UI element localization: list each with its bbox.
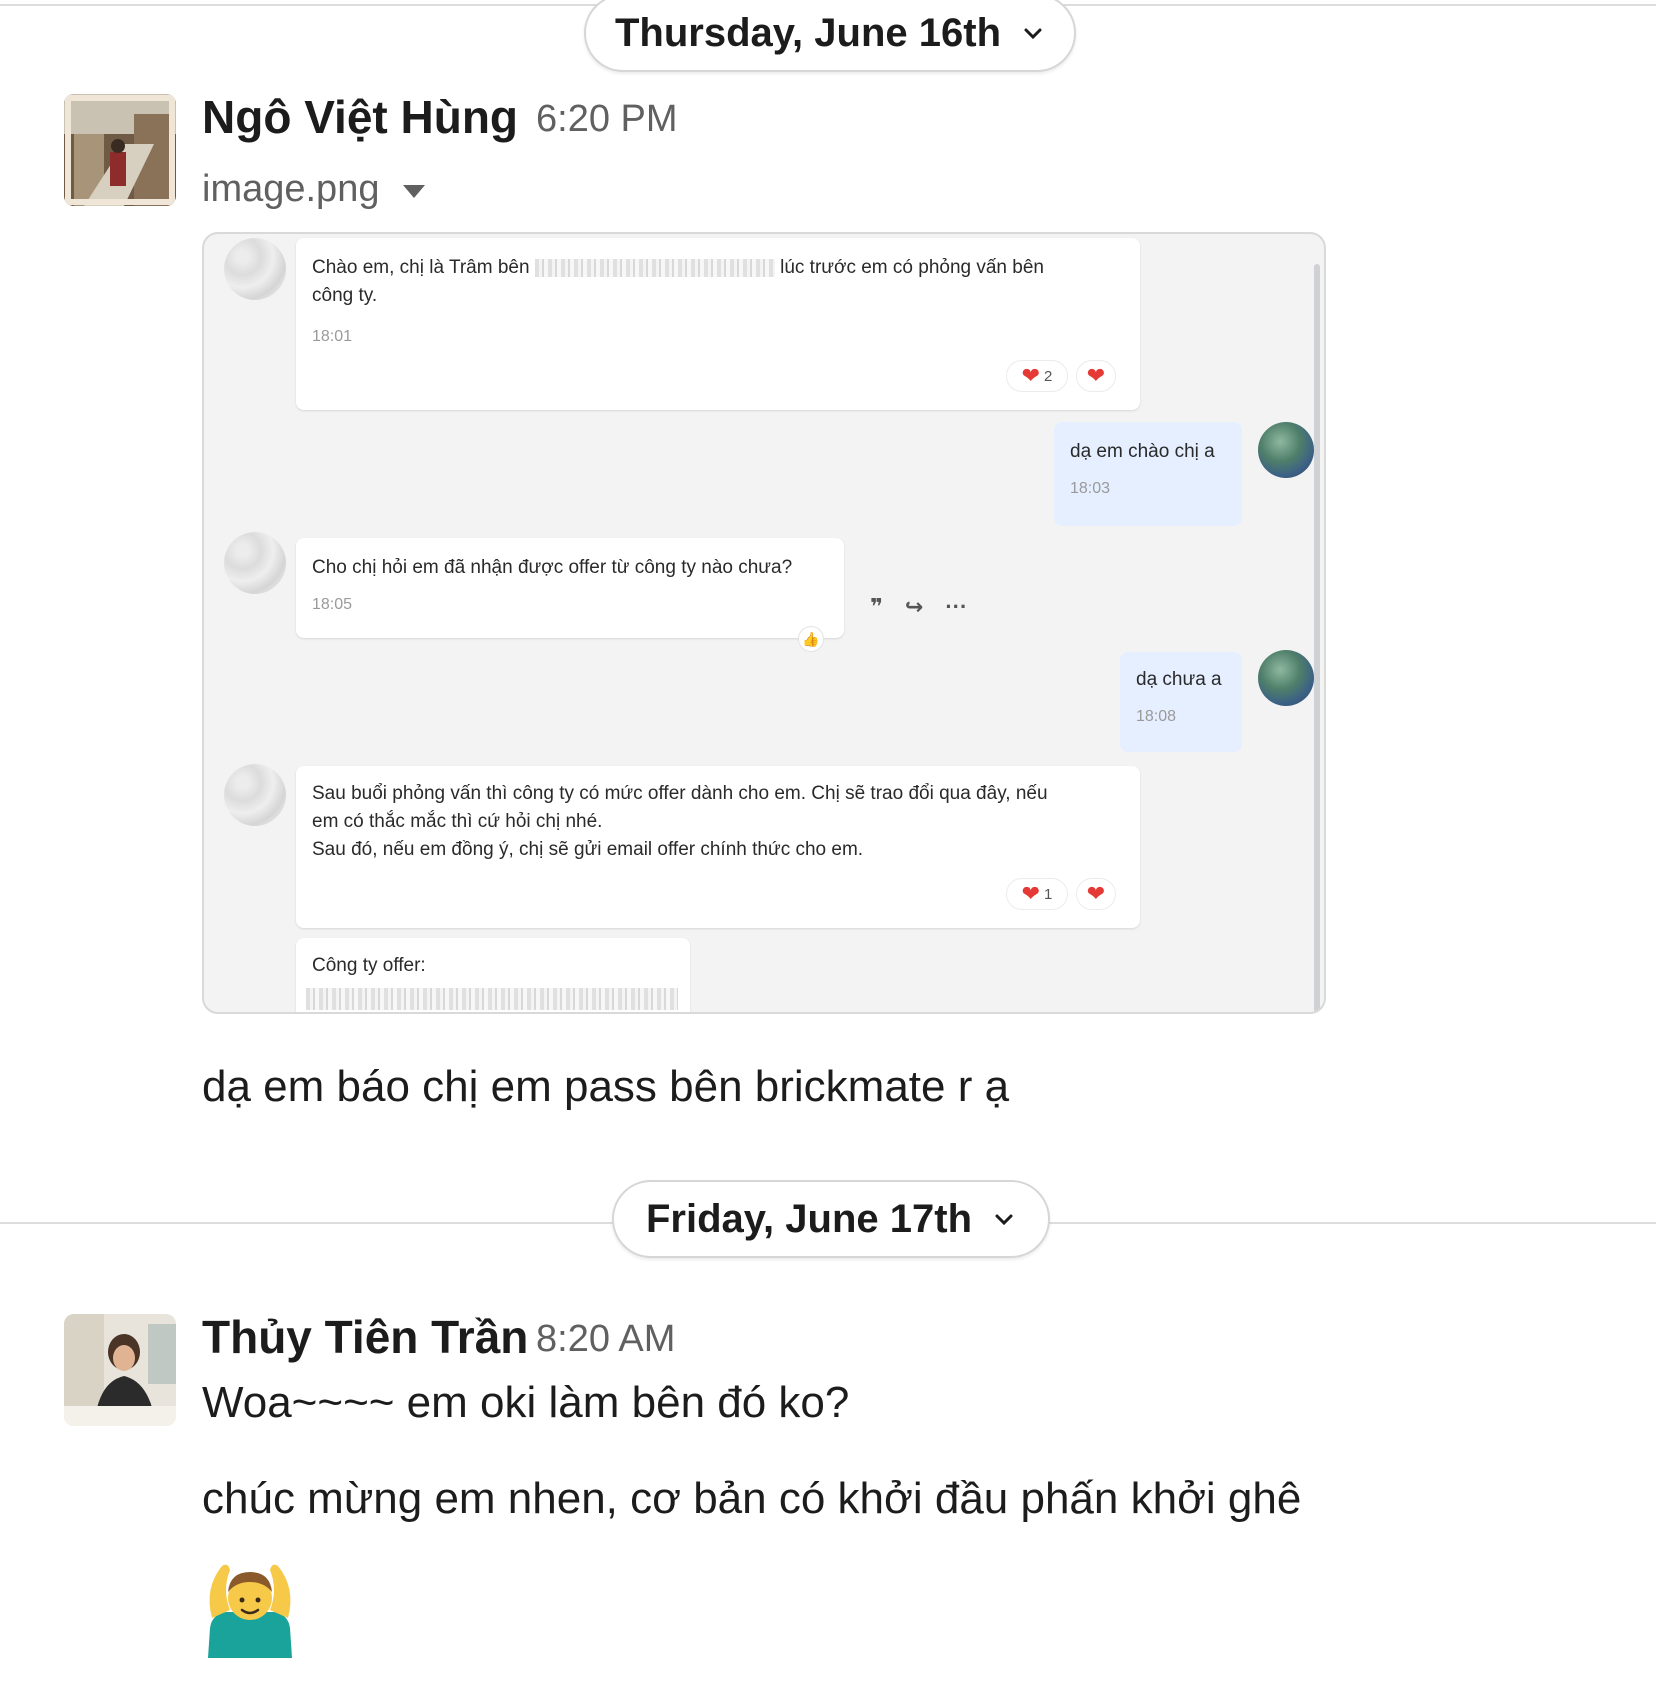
- reaction-add: ❤: [1076, 878, 1116, 910]
- message-text: dạ em báo chị em pass bên brickmate r ạ: [202, 1062, 1010, 1111]
- more-icon: ···: [945, 594, 968, 619]
- chat-text: Cho chị hỏi em đã nhận được offer từ côn…: [312, 557, 793, 578]
- reaction-count: ❤ 1: [1006, 878, 1068, 910]
- chat-bubble: Sau buổi phỏng vấn thì công ty có mức of…: [296, 766, 1140, 928]
- chevron-down-icon: [1024, 28, 1042, 40]
- blurred-avatar: [224, 238, 286, 300]
- chat-text: Công ty offer:: [312, 955, 426, 976]
- quote-icon: ❞: [870, 594, 883, 619]
- avatar[interactable]: [64, 1314, 176, 1426]
- chat-bubble: Công ty offer:: [296, 938, 690, 1012]
- date-divider-friday[interactable]: Friday, June 17th: [612, 1180, 1050, 1258]
- chat-text: Sau buổi phỏng vấn thì công ty có mức of…: [312, 783, 1048, 804]
- message-text: chúc mừng em nhen, cơ bản có khởi đầu ph…: [202, 1474, 1302, 1523]
- chat-bubble-mine: dạ em chào chị a 18:03: [1054, 422, 1242, 526]
- chat-bubble: Cho chị hỏi em đã nhận được offer từ côn…: [296, 538, 844, 638]
- heart-icon: ❤: [1086, 363, 1106, 388]
- chat-text: dạ em chào chị a: [1070, 441, 1215, 462]
- chat-text: Sau đó, nếu em đồng ý, chị sẽ gửi email …: [312, 839, 864, 860]
- redacted-text: [534, 258, 775, 277]
- chat-text: công ty.: [312, 285, 378, 306]
- reaction-add: ❤: [1076, 360, 1116, 392]
- chat-time: 18:03: [1070, 480, 1111, 497]
- reaction-count: ❤ 2: [1006, 360, 1068, 392]
- redacted-text: [306, 988, 678, 1010]
- date-divider-thursday[interactable]: Thursday, June 16th: [584, 0, 1076, 72]
- image-attachment[interactable]: Chào em, chị là Trâm bên lúc trước em có…: [202, 232, 1326, 1014]
- heart-icon: ❤: [1021, 881, 1041, 906]
- chat-text: Chào em, chị là Trâm bên lúc trước em có…: [312, 257, 1044, 278]
- message-text: Woa~~~~ em oki làm bên đó ko?: [202, 1378, 850, 1427]
- caret-down-icon[interactable]: [403, 185, 426, 198]
- avatar[interactable]: [64, 94, 176, 206]
- heart-icon: ❤: [1086, 881, 1106, 906]
- like-icon: 👍: [798, 626, 824, 652]
- attachment-scrollbar: [1314, 264, 1320, 1012]
- user-avatar: [1258, 650, 1314, 706]
- user-avatar: [1258, 422, 1314, 478]
- message-sender[interactable]: Thủy Tiên Trần: [202, 1310, 528, 1364]
- forward-icon: ↪: [904, 594, 924, 619]
- message-sender[interactable]: Ngô Việt Hùng: [202, 90, 518, 144]
- chat-time: 18:08: [1136, 708, 1177, 725]
- chat-time: 18:05: [312, 596, 353, 613]
- message-actions: ❞ ↪ ···: [870, 594, 967, 620]
- blurred-avatar: [224, 532, 286, 594]
- date-divider-label: Thursday, June 16th: [614, 10, 1001, 55]
- chat-text: dạ chưa a: [1136, 669, 1222, 690]
- chat-bubble: Chào em, chị là Trâm bên lúc trước em có…: [296, 238, 1140, 410]
- date-divider-label: Friday, June 17th: [645, 1196, 972, 1241]
- blurred-avatar: [224, 764, 286, 826]
- heart-icon: ❤: [1021, 363, 1041, 388]
- chat-time: 18:01: [312, 328, 353, 345]
- attachment-filename[interactable]: image.png: [202, 168, 426, 211]
- chat-bubble-mine: dạ chưa a 18:08: [1120, 652, 1242, 752]
- person-gesturing-ok-icon[interactable]: [202, 1558, 298, 1658]
- chevron-down-icon: [995, 1214, 1013, 1226]
- attachment-name: image.png: [202, 168, 380, 210]
- message-timestamp[interactable]: 6:20 PM: [536, 98, 678, 141]
- message-timestamp[interactable]: 8:20 AM: [536, 1318, 675, 1361]
- chat-text: em có thắc mắc thì cứ hỏi chị nhé.: [312, 811, 603, 832]
